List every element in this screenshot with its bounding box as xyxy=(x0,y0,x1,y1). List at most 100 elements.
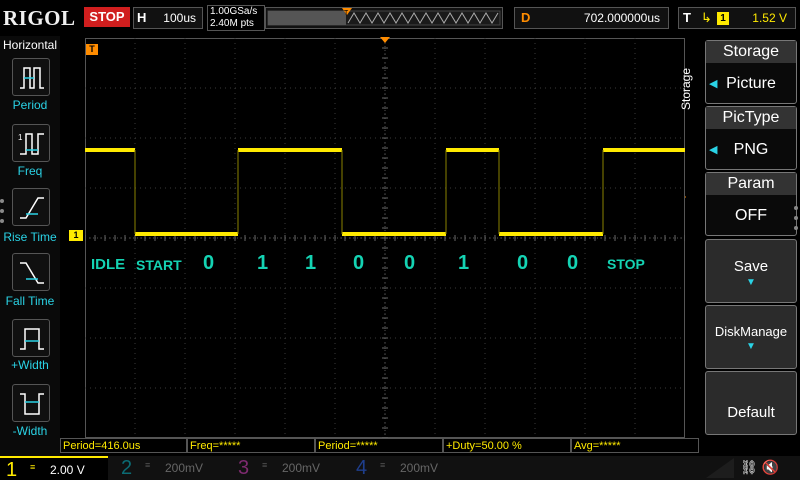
dc-coupling-icon: ≡ xyxy=(380,460,386,470)
delay-value: 702.000000us xyxy=(583,11,660,25)
waveform-display[interactable]: T 1 T IDLE START 0 1 1 0 0 1 0 0 STOP xyxy=(69,37,699,438)
save-label: Save xyxy=(733,258,769,275)
storage-menu: Storage Storage ◀ Picture PicType ◀ PNG … xyxy=(679,36,800,456)
rising-edge-icon: ↳ xyxy=(701,10,712,25)
trigger-source-badge: 1 xyxy=(717,12,729,25)
meas-period-2[interactable]: Period=***** xyxy=(315,438,443,453)
delay-readout[interactable]: D 702.000000us xyxy=(514,7,669,29)
channel-number: 3 xyxy=(238,457,250,479)
frequency-icon: 1 xyxy=(18,133,44,155)
cycle-left-icon: ◀ xyxy=(709,144,718,156)
param-title: Param xyxy=(706,173,796,195)
channel-2-tab[interactable]: 2 ≡ 200mV xyxy=(115,456,225,480)
period-icon xyxy=(20,67,44,89)
pos-width-button[interactable] xyxy=(12,319,50,357)
timebase-value: 100us xyxy=(163,11,196,25)
measurement-bar: Period=416.0us Freq=***** Period=***** +… xyxy=(60,438,700,454)
menu-title: Horizontal xyxy=(2,38,58,52)
channel-1-tab[interactable]: 1 ≡ 2.00 V xyxy=(0,456,108,480)
page-indicator xyxy=(794,206,798,236)
bit-6: 0 xyxy=(517,252,529,274)
svg-text:T: T xyxy=(344,10,349,17)
run-stop-status[interactable]: STOP xyxy=(84,7,130,27)
meas-avg[interactable]: Avg=***** xyxy=(571,438,699,453)
dc-coupling-icon: ≡ xyxy=(30,462,36,472)
channel-scale: 200mV xyxy=(165,461,204,475)
bit-2: 1 xyxy=(305,252,317,274)
pictype-title: PicType xyxy=(706,107,796,129)
waveform-overview-icon: T xyxy=(267,8,501,26)
fall-edge-icon xyxy=(20,262,44,284)
pos-width-label: +Width xyxy=(11,358,49,372)
storage-option[interactable]: Storage ◀ Picture xyxy=(705,40,797,104)
submenu-arrow-icon: ▼ xyxy=(746,341,756,352)
storage-title: Storage xyxy=(706,41,796,63)
svg-text:1: 1 xyxy=(18,133,23,142)
param-value: OFF xyxy=(735,207,767,224)
channel-scale: 200mV xyxy=(400,461,439,475)
memory-overview-strip[interactable]: T xyxy=(265,7,503,29)
acquisition-info: 1.00GSa/s 2.40M pts xyxy=(207,5,265,31)
save-button[interactable]: Save ▼ xyxy=(705,239,797,303)
start-annotation: START xyxy=(136,257,182,273)
bit-7: 0 xyxy=(567,252,579,274)
rise-edge-icon xyxy=(20,197,44,219)
channel-3-tab[interactable]: 3 ≡ 200mV xyxy=(232,456,342,480)
bit-1: 1 xyxy=(257,252,269,274)
trigger-readout[interactable]: T ↳ 1 1.52 V xyxy=(678,7,796,29)
fall-time-label: Fall Time xyxy=(5,294,55,308)
channel-number: 2 xyxy=(121,457,133,479)
negative-pulse-icon xyxy=(20,393,44,415)
pictype-option[interactable]: PicType ◀ PNG xyxy=(705,106,797,170)
bit-4: 0 xyxy=(404,252,416,274)
horizontal-label: H xyxy=(137,10,147,25)
default-label: Default xyxy=(727,404,775,421)
neg-width-button[interactable] xyxy=(12,384,50,422)
top-status-bar: RIGOL STOP H 100us 1.00GSa/s 2.40M pts T… xyxy=(0,0,800,36)
horizontal-measure-menu: Horizontal Period 1 Freq Rise Time Fall … xyxy=(0,36,60,456)
bit-3: 0 xyxy=(353,252,365,274)
submenu-arrow-icon: ▼ xyxy=(746,277,756,288)
trigger-label: T xyxy=(683,10,691,25)
neg-width-label: -Width xyxy=(12,424,48,438)
disk-manage-button[interactable]: DiskManage ▼ xyxy=(705,305,797,369)
default-button[interactable]: Default xyxy=(705,371,797,435)
menu-side-label: Storage xyxy=(679,67,694,111)
ch1-offset-marker[interactable]: 1 xyxy=(69,230,83,241)
menu-side-tab: Storage xyxy=(679,56,705,126)
bit-0: 0 xyxy=(203,252,215,274)
param-option[interactable]: Param OFF xyxy=(705,172,797,236)
channel-number: 4 xyxy=(356,457,368,479)
delay-label: D xyxy=(521,10,531,25)
positive-pulse-icon xyxy=(20,328,44,350)
page-indicator xyxy=(0,199,6,229)
idle-annotation: IDLE xyxy=(91,256,126,273)
dc-coupling-icon: ≡ xyxy=(262,460,268,470)
period-button[interactable] xyxy=(12,58,50,96)
channel-4-tab[interactable]: 4 ≡ 200mV xyxy=(350,456,460,480)
cycle-left-icon: ◀ xyxy=(709,78,718,90)
meas-period[interactable]: Period=416.0us xyxy=(60,438,187,453)
freq-label: Freq xyxy=(17,164,43,178)
disk-manage-label: DiskManage xyxy=(714,324,788,339)
pictype-value: PNG xyxy=(733,141,769,158)
brand-logo: RIGOL xyxy=(3,6,76,30)
channel-scale: 2.00 V xyxy=(50,463,85,477)
status-icons: ⛓ 🔇 xyxy=(740,459,779,476)
ch1-waveform xyxy=(85,148,685,236)
bit-5: 1 xyxy=(458,252,470,274)
speaker-mute-icon[interactable]: 🔇 xyxy=(762,459,779,475)
channel-number: 1 xyxy=(6,459,18,480)
storage-value: Picture xyxy=(726,75,776,92)
fall-time-button[interactable] xyxy=(12,253,50,291)
horizontal-timebase[interactable]: H 100us xyxy=(133,7,203,29)
freq-button[interactable]: 1 xyxy=(12,124,50,162)
channel-scale: 200mV xyxy=(282,461,321,475)
stop-annotation: STOP xyxy=(607,256,645,272)
rise-time-button[interactable] xyxy=(12,188,50,226)
memory-depth: 2.40M pts xyxy=(210,18,254,29)
meas-duty[interactable]: +Duty=50.00 % xyxy=(443,438,571,453)
rise-time-label: Rise Time xyxy=(3,230,57,244)
sample-rate: 1.00GSa/s xyxy=(210,6,258,17)
meas-freq[interactable]: Freq=***** xyxy=(187,438,315,453)
